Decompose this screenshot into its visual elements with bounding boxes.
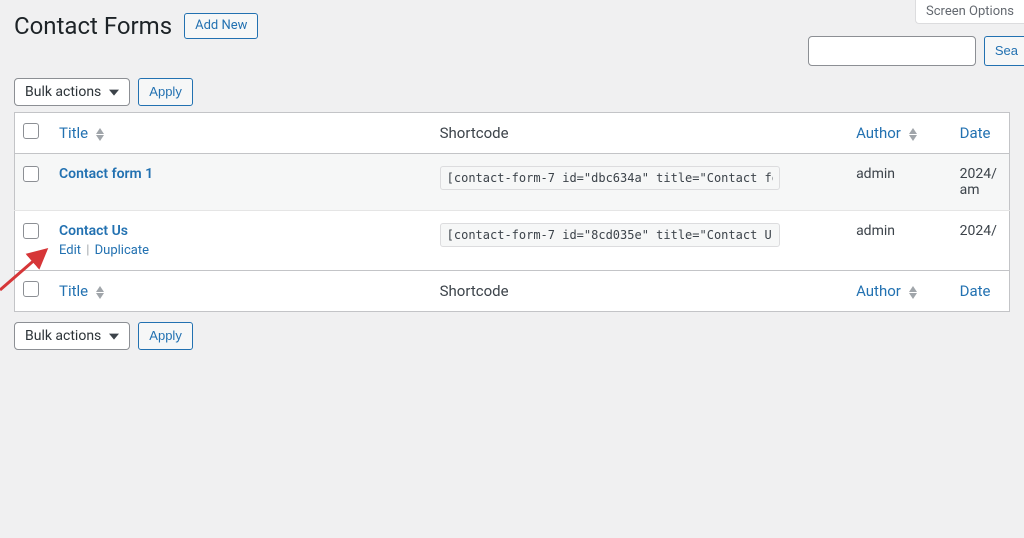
add-new-button[interactable]: Add New (184, 13, 258, 39)
shortcode-field[interactable] (440, 223, 780, 247)
page-title: Contact Forms (14, 12, 172, 40)
row-checkbox[interactable] (23, 166, 39, 182)
column-header-author[interactable]: Author (846, 113, 950, 154)
select-all-checkbox-bottom[interactable] (23, 281, 39, 297)
author-text: admin (856, 166, 895, 182)
author-text: admin (856, 223, 895, 239)
column-header-title[interactable]: Title (49, 113, 430, 154)
column-header-shortcode: Shortcode (430, 113, 846, 154)
bulk-actions-select[interactable]: Bulk actions (14, 78, 130, 106)
sort-icon (96, 128, 104, 141)
column-footer-author[interactable]: Author (846, 271, 950, 312)
apply-button-top[interactable]: Apply (138, 78, 193, 106)
column-header-date[interactable]: Date (950, 113, 1010, 154)
row-title-link[interactable]: Contact Us (59, 223, 128, 239)
search-input[interactable] (808, 36, 976, 66)
column-footer-shortcode: Shortcode (430, 271, 846, 312)
sort-icon (909, 128, 917, 141)
search-button[interactable]: Sea (984, 36, 1024, 66)
column-footer-date[interactable]: Date (950, 271, 1010, 312)
column-footer-title[interactable]: Title (49, 271, 430, 312)
date-text: 2024/ (960, 223, 999, 239)
sort-icon (909, 286, 917, 299)
bulk-actions-select-bottom[interactable]: Bulk actions (14, 322, 130, 350)
edit-link[interactable]: Edit (59, 243, 81, 258)
apply-button-bottom[interactable]: Apply (138, 322, 193, 350)
date-text: 2024/ (960, 166, 999, 182)
shortcode-field[interactable] (440, 166, 780, 190)
row-checkbox[interactable] (23, 223, 39, 239)
contact-forms-table: Title Shortcode Author Date (14, 112, 1010, 312)
screen-options-button[interactable]: Screen Options (915, 0, 1024, 24)
sort-icon (96, 286, 104, 299)
table-row: Contact form 1 admin 2024/am (15, 154, 1010, 211)
row-actions: Edit | Duplicate (59, 239, 420, 258)
duplicate-link[interactable]: Duplicate (95, 243, 149, 258)
select-all-checkbox-top[interactable] (23, 123, 39, 139)
table-row: Contact UsEdit | Duplicate admin 2024/ (15, 211, 1010, 271)
row-title-link[interactable]: Contact form 1 (59, 166, 153, 182)
date-text-sub: am (960, 182, 999, 198)
